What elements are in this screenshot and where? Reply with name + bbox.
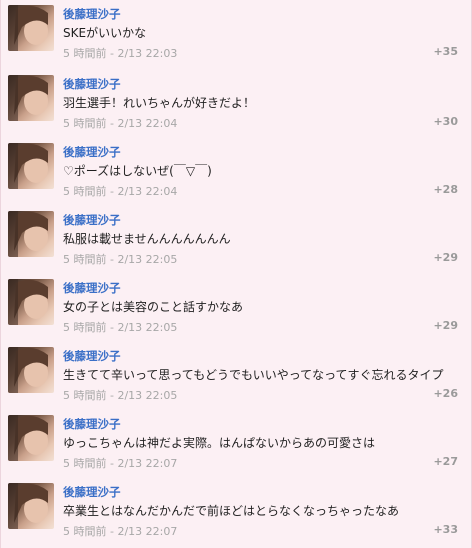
comment-score: +30 [433, 115, 458, 128]
avatar[interactable] [8, 143, 54, 189]
comment-item: 後藤理沙子 SKEがいいかな 5 時間前 - 2/13 22:03 +35 [1, 0, 471, 70]
comment-score: +35 [433, 45, 458, 58]
comment-feed: 後藤理沙子 SKEがいいかな 5 時間前 - 2/13 22:03 +35 後藤… [0, 0, 472, 548]
comment-item: 後藤理沙子 女の子とは美容のこと話すかなあ 5 時間前 - 2/13 22:05… [1, 274, 471, 342]
comment-text: ゆっこちゃんは神だよ実際。はんぱないからあの可愛さは [63, 436, 376, 450]
comment-text: 卒業生とはなんだかんだで前ほどはとらなくなっちゃったなあ [63, 504, 400, 518]
comment-item: 後藤理沙子 羽生選手！れいちゃんが好きだよ！ 5 時間前 - 2/13 22:0… [1, 70, 471, 138]
comment-text: 生きてて辛いって思ってもどうでもいいやってなってすぐ忘れるタイプ [63, 368, 444, 382]
comment-timestamp: 5 時間前 - 2/13 22:05 [63, 253, 178, 266]
comment-author[interactable]: 後藤理沙子 [63, 416, 121, 432]
comment-item: 後藤理沙子 私服は載せませんんんんんんん 5 時間前 - 2/13 22:05 … [1, 206, 471, 274]
comment-timestamp: 5 時間前 - 2/13 22:05 [63, 389, 178, 402]
comment-text: ♡ポーズはしないぜ(￣▽￣) [63, 164, 212, 178]
comment-score: +27 [433, 455, 458, 468]
comment-score: +29 [433, 319, 458, 332]
comment-timestamp: 5 時間前 - 2/13 22:05 [63, 321, 178, 334]
comment-text: 羽生選手！れいちゃんが好きだよ！ [63, 96, 256, 110]
comment-timestamp: 5 時間前 - 2/13 22:03 [63, 47, 178, 60]
avatar[interactable] [8, 279, 54, 325]
avatar[interactable] [8, 5, 54, 51]
comment-item: 後藤理沙子 ♡ポーズはしないぜ(￣▽￣) 5 時間前 - 2/13 22:04 … [1, 138, 471, 206]
comment-score: +33 [433, 523, 458, 536]
comment-author[interactable]: 後藤理沙子 [63, 484, 121, 500]
comment-item: 後藤理沙子 卒業生とはなんだかんだで前ほどはとらなくなっちゃったなあ 5 時間前… [1, 478, 471, 546]
comment-author[interactable]: 後藤理沙子 [63, 144, 121, 160]
comment-item: 後藤理沙子 ゆっこちゃんは神だよ実際。はんぱないからあの可愛さは 5 時間前 -… [1, 410, 471, 478]
comment-text: SKEがいいかな [63, 26, 147, 40]
comment-author[interactable]: 後藤理沙子 [63, 76, 121, 92]
avatar[interactable] [8, 211, 54, 257]
comment-item: 後藤理沙子 生きてて辛いって思ってもどうでもいいやってなってすぐ忘れるタイプ 5… [1, 342, 471, 410]
comment-timestamp: 5 時間前 - 2/13 22:04 [63, 117, 178, 130]
comment-text: 女の子とは美容のこと話すかなあ [63, 300, 244, 314]
avatar[interactable] [8, 415, 54, 461]
comment-timestamp: 5 時間前 - 2/13 22:07 [63, 457, 178, 470]
comment-score: +26 [433, 387, 458, 400]
comment-text: 私服は載せませんんんんんんん [63, 232, 231, 246]
comment-score: +29 [433, 251, 458, 264]
comment-author[interactable]: 後藤理沙子 [63, 280, 121, 296]
comment-timestamp: 5 時間前 - 2/13 22:04 [63, 185, 178, 198]
avatar[interactable] [8, 75, 54, 121]
comment-author[interactable]: 後藤理沙子 [63, 6, 121, 22]
comment-author[interactable]: 後藤理沙子 [63, 348, 121, 364]
avatar[interactable] [8, 347, 54, 393]
comment-timestamp: 5 時間前 - 2/13 22:07 [63, 525, 178, 538]
avatar[interactable] [8, 483, 54, 529]
comment-score: +28 [433, 183, 458, 196]
comment-author[interactable]: 後藤理沙子 [63, 212, 121, 228]
